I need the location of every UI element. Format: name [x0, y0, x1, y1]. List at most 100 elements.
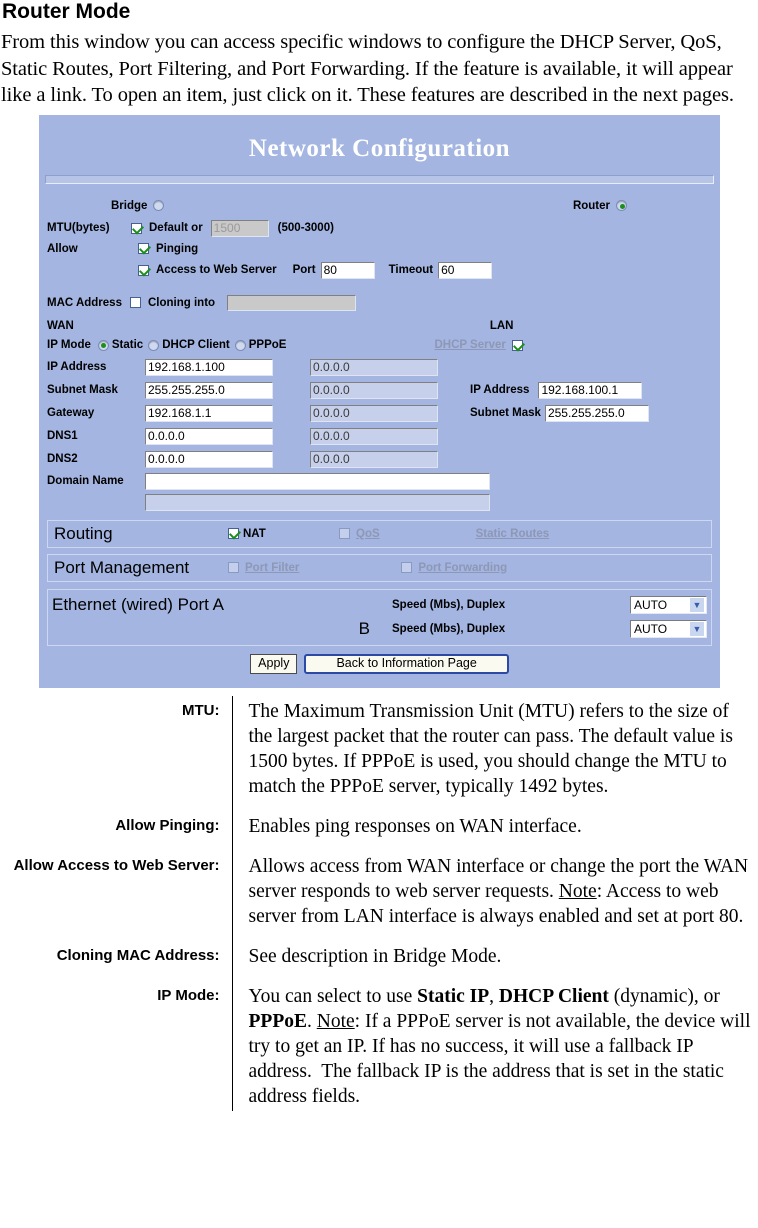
qos-checkbox[interactable] — [339, 528, 350, 539]
dhcp-server-link[interactable]: DHCP Server — [434, 339, 505, 351]
mac-cloning-input[interactable] — [227, 294, 357, 311]
bridge-radio[interactable] — [153, 200, 165, 211]
domain-name-label: Domain Name — [47, 475, 124, 487]
timeout-input[interactable]: 60 — [438, 261, 493, 279]
routing-title: Routing — [54, 523, 113, 543]
mtu-label: MTU(bytes) — [47, 222, 110, 234]
wan-field-row: Subnet Mask 255.255.255.0 0.0.0.0 IP Add… — [47, 379, 712, 402]
panel-button-row: Apply Back to Information Page — [47, 653, 712, 678]
ethernet-port-a-speed-label: Speed (Mbs), Duplex — [392, 598, 506, 611]
mtu-row: MTU(bytes) Default or 1500 (500-3000) — [47, 218, 712, 239]
port-filter-link[interactable]: Port Filter — [245, 562, 299, 574]
wan-field-row: DNS1 0.0.0.0 0.0.0.0 — [47, 425, 712, 448]
back-to-information-page-button[interactable]: Back to Information Page — [304, 653, 509, 674]
allow-pinging-row: Allow Pinging — [47, 239, 712, 259]
wan-subnet-mask-input[interactable]: 255.255.255.0 — [145, 381, 273, 399]
desc-text-allow-web-server: Allows access from WAN interface or chan… — [231, 850, 758, 941]
page-root: Router Mode From this window you can acc… — [0, 0, 758, 1228]
ip-mode-pppoe-radio[interactable] — [234, 339, 246, 351]
panel-body: Bridge Router MTU(bytes) Default or 1500… — [39, 184, 720, 688]
panel-divider — [45, 174, 714, 184]
allow-pinging-checkbox[interactable] — [138, 243, 149, 254]
port-label: Port — [292, 264, 316, 276]
ethernet-port-b-title: B — [358, 618, 370, 638]
chevron-down-icon: ▼ — [690, 621, 704, 636]
wan-dns1-input[interactable]: 0.0.0.0 — [145, 427, 273, 445]
lan-subnet-mask-label: Subnet Mask — [470, 407, 541, 419]
table-row: Cloning MAC Address: See description in … — [0, 940, 758, 981]
chevron-down-icon: ▼ — [690, 597, 704, 612]
table-row: Allow Pinging: Enables ping responses on… — [0, 810, 758, 851]
ip-mode-static-radio[interactable] — [97, 339, 109, 351]
mode-row: Bridge Router — [47, 194, 712, 218]
wan-dns2-dynamic: 0.0.0.0 — [310, 450, 438, 468]
qos-link[interactable]: QoS — [356, 528, 380, 540]
ethernet-port-b-row: B Speed (Mbs), Duplex AUTO ▼ — [52, 617, 707, 641]
domain-name-row-2 — [47, 492, 712, 514]
desc-label-ip-mode: IP Mode: — [157, 986, 220, 1004]
page-title: Router Mode — [2, 0, 131, 23]
router-label: Router — [572, 199, 610, 212]
ip-mode-dhcp-radio[interactable] — [148, 339, 160, 351]
allow-label: Allow — [47, 242, 78, 255]
mac-address-row: MAC Address Cloning into — [47, 289, 712, 317]
table-row: Allow Access to Web Server: Allows acces… — [0, 850, 758, 941]
domain-name-row: Domain Name — [47, 471, 712, 492]
mtu-value-input[interactable]: 1500 — [210, 219, 269, 237]
wan-dns2-input[interactable]: 0.0.0.0 — [145, 450, 273, 468]
ethernet-port-a-speed-select[interactable]: AUTO ▼ — [630, 595, 707, 614]
nat-label: NAT — [243, 527, 266, 540]
port-forwarding-checkbox[interactable] — [401, 562, 413, 573]
allow-web-checkbox[interactable] — [138, 264, 149, 276]
table-row: MTU: The Maximum Transmission Unit (MTU)… — [0, 695, 758, 811]
mac-address-label: MAC Address — [47, 296, 122, 309]
routing-bar: Routing NAT QoS Static Routes — [47, 519, 712, 548]
apply-button[interactable]: Apply — [250, 653, 298, 674]
description-table: MTU: The Maximum Transmission Unit (MTU)… — [0, 695, 758, 1111]
dhcp-server-checkbox[interactable] — [511, 339, 523, 351]
lan-subnet-mask-input[interactable]: 255.255.255.0 — [544, 404, 649, 422]
desc-text-mtu: The Maximum Transmission Unit (MTU) refe… — [231, 695, 758, 811]
wan-ip-address-input[interactable]: 192.168.1.100 — [145, 358, 273, 376]
ip-mode-pppoe-label: PPPoE — [248, 339, 287, 351]
wan-field-row: IP Address 192.168.1.100 0.0.0.0 — [47, 356, 712, 379]
nat-checkbox[interactable] — [228, 528, 239, 539]
port-filter-checkbox[interactable] — [228, 562, 239, 573]
desc-label-cloning-mac: Cloning MAC Address: — [56, 946, 220, 964]
panel-title: Network Configuration — [248, 134, 511, 162]
timeout-label: Timeout — [388, 264, 434, 276]
wan-gateway-label: Gateway — [47, 407, 95, 419]
domain-name-input-2[interactable] — [145, 494, 490, 511]
ethernet-bar: Ethernet (wired) Port A Speed (Mbs), Dup… — [47, 588, 712, 646]
table-row: IP Mode: You can select to use Static IP… — [0, 980, 758, 1111]
intro-paragraph: From this window you can access specific… — [1, 31, 734, 106]
mtu-default-checkbox[interactable] — [131, 222, 142, 234]
port-management-bar: Port Management Port Filter Port Forward… — [47, 553, 712, 582]
allow-web-label: Access to Web Server — [156, 264, 277, 276]
wan-subnet-mask-dynamic: 0.0.0.0 — [310, 381, 438, 399]
mtu-range-label: (500-3000) — [277, 222, 334, 234]
ethernet-port-a-row: Ethernet (wired) Port A Speed (Mbs), Dup… — [52, 593, 707, 617]
static-routes-link[interactable]: Static Routes — [476, 528, 550, 540]
ethernet-port-b-speed-label: Speed (Mbs), Duplex — [392, 622, 506, 635]
wan-gateway-dynamic: 0.0.0.0 — [310, 404, 438, 422]
desc-text-ip-mode: You can select to use Static IP, DHCP Cl… — [231, 980, 758, 1111]
desc-label-allow-web-server: Allow Access to Web Server: — [13, 856, 220, 874]
router-radio[interactable] — [616, 200, 627, 211]
lan-ip-address-label: IP Address — [470, 384, 530, 396]
desc-text-cloning-mac: See description in Bridge Mode. — [231, 940, 758, 981]
network-configuration-panel: Network Configuration Bridge Router MTU(… — [39, 114, 720, 688]
ethernet-port-a-title: Ethernet (wired) Port A — [52, 594, 224, 614]
port-input[interactable]: 80 — [320, 261, 375, 279]
lan-ip-address-input[interactable]: 192.168.100.1 — [538, 381, 643, 399]
port-forwarding-link[interactable]: Port Forwarding — [418, 562, 507, 574]
ethernet-port-b-speed-select[interactable]: AUTO ▼ — [630, 619, 707, 638]
mtu-default-label: Default or — [149, 222, 203, 234]
wan-dns2-label: DNS2 — [47, 453, 78, 465]
wan-subnet-mask-label: Subnet Mask — [47, 384, 118, 396]
domain-name-input[interactable] — [145, 472, 490, 490]
ip-mode-dhcp-label: DHCP Client — [162, 339, 230, 351]
wan-gateway-input[interactable]: 192.168.1.1 — [145, 404, 273, 422]
mac-cloning-checkbox[interactable] — [129, 297, 141, 308]
ethernet-port-b-speed-value: AUTO — [634, 621, 668, 636]
